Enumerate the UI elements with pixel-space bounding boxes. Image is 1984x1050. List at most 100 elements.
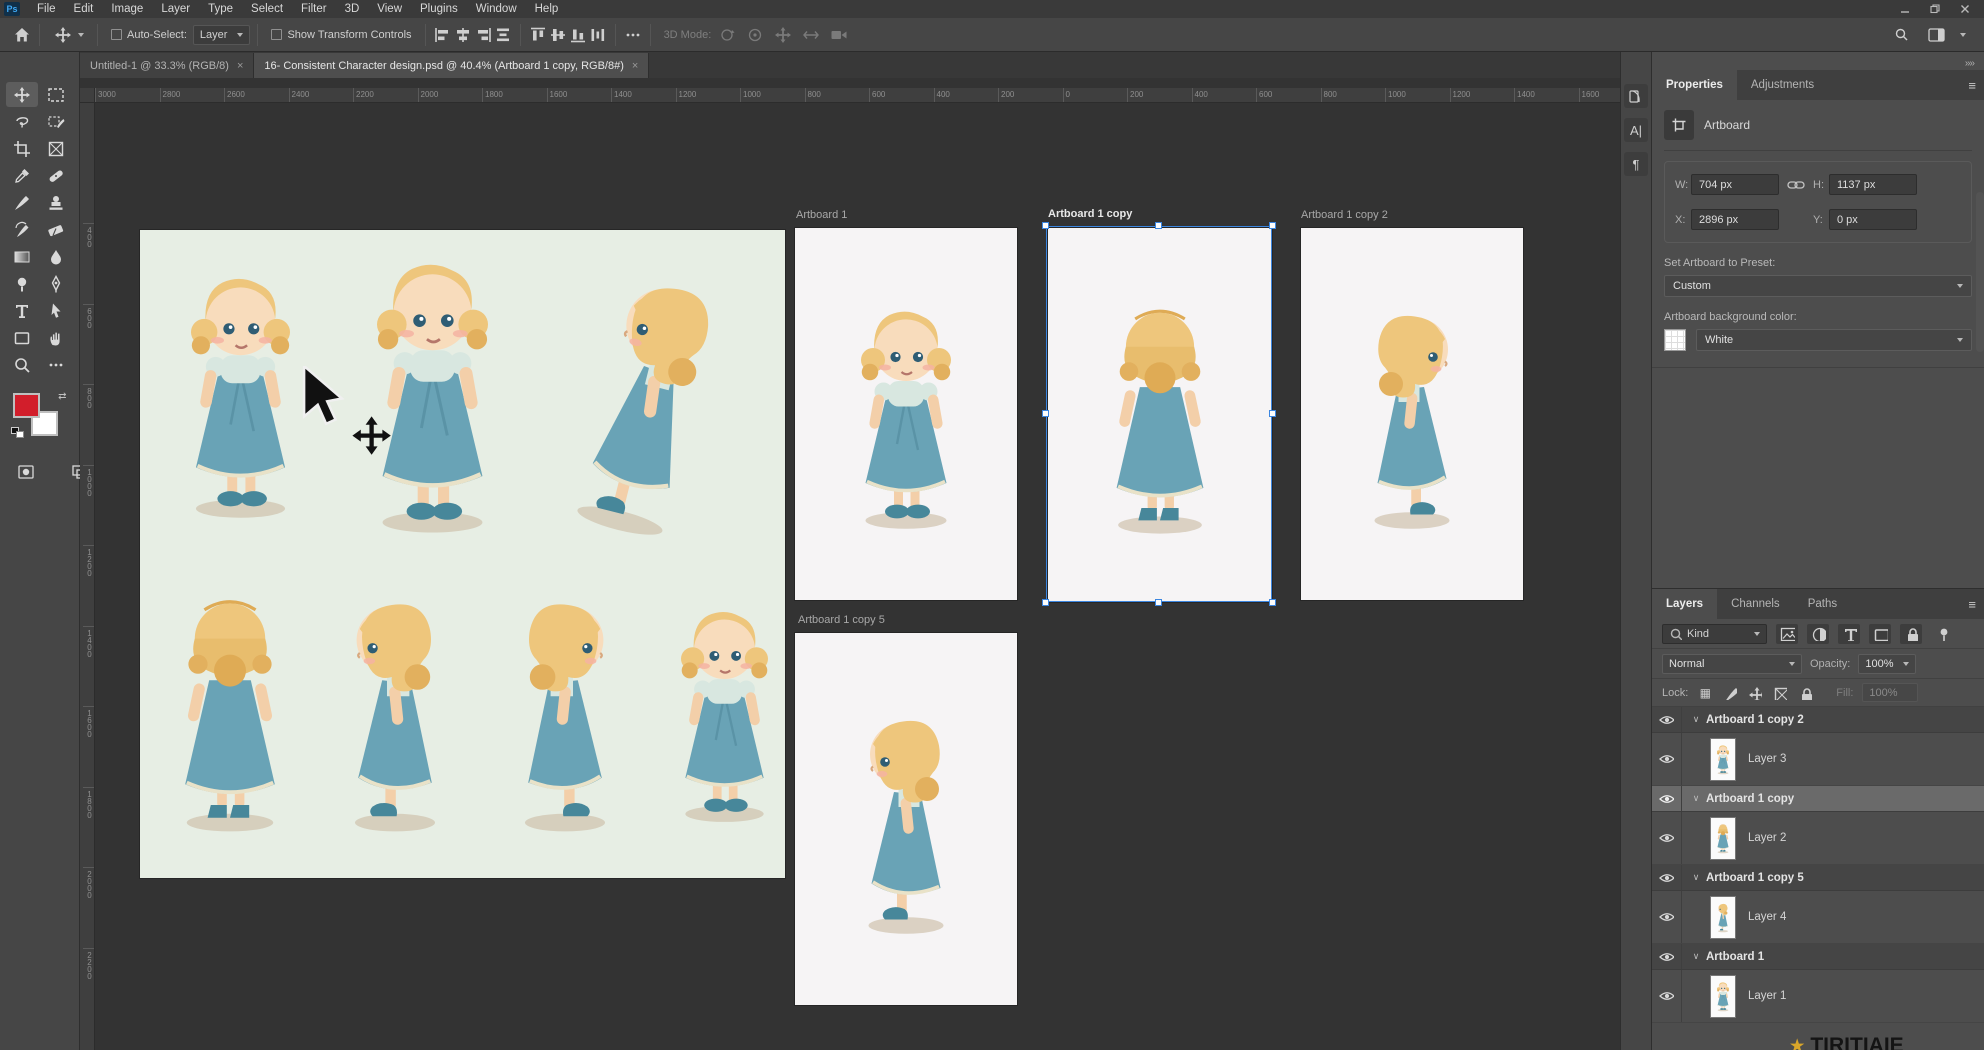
artboard-1-copy-5[interactable] bbox=[795, 633, 1017, 1005]
collapse-group-icon[interactable]: ∨ bbox=[1690, 714, 1702, 725]
zoom-tool[interactable] bbox=[6, 352, 38, 377]
tab-channels[interactable]: Channels bbox=[1717, 589, 1794, 619]
collapse-group-icon[interactable]: ∨ bbox=[1690, 793, 1702, 804]
artboard-1-copy-2[interactable] bbox=[1301, 228, 1523, 600]
selection-handle[interactable] bbox=[1042, 410, 1049, 417]
selection-handle[interactable] bbox=[1042, 599, 1049, 606]
character-sheet-image[interactable] bbox=[140, 230, 785, 878]
edit-toolbar-icon[interactable] bbox=[40, 352, 72, 377]
x-field[interactable]: 2896 px bbox=[1691, 209, 1779, 230]
height-field[interactable]: 1137 px bbox=[1829, 174, 1917, 195]
align-right-icon[interactable] bbox=[473, 25, 493, 45]
distribute-h-icon[interactable] bbox=[493, 25, 513, 45]
layer-thumbnail[interactable] bbox=[1710, 896, 1736, 939]
healing-brush-tool[interactable] bbox=[40, 163, 72, 188]
filter-type-layers-icon[interactable] bbox=[1838, 624, 1860, 644]
tool-preset-move[interactable] bbox=[47, 25, 90, 45]
tab-layers[interactable]: Layers bbox=[1652, 589, 1717, 619]
tab-untitled-1[interactable]: Untitled-1 @ 33.3% (RGB/8) × bbox=[80, 53, 254, 78]
ruler-corner[interactable] bbox=[80, 88, 95, 103]
blur-tool[interactable] bbox=[40, 244, 72, 269]
dodge-tool[interactable] bbox=[6, 271, 38, 296]
blend-mode-dropdown[interactable]: Normal bbox=[1662, 654, 1802, 674]
link-dimensions-icon[interactable] bbox=[1779, 176, 1813, 194]
visibility-toggle[interactable] bbox=[1652, 970, 1682, 1022]
artboard-1-copy-label[interactable]: Artboard 1 copy bbox=[1048, 208, 1132, 220]
move-tool[interactable] bbox=[6, 82, 38, 107]
more-options-icon[interactable] bbox=[623, 25, 643, 45]
layer-thumbnail[interactable] bbox=[1710, 817, 1736, 860]
layer-row[interactable]: Layer 2 bbox=[1652, 812, 1984, 865]
minimize-icon[interactable] bbox=[1892, 2, 1918, 16]
menu-item[interactable]: File bbox=[28, 3, 65, 15]
eyedropper-tool[interactable] bbox=[6, 163, 38, 188]
quick-mask-icon[interactable] bbox=[10, 459, 42, 484]
auto-select-option[interactable]: Auto-Select: bbox=[105, 29, 193, 41]
swatches-panel-icon[interactable] bbox=[1624, 84, 1648, 108]
character-panel-icon[interactable]: A| bbox=[1624, 118, 1648, 142]
panel-menu-icon[interactable]: ≡ bbox=[1968, 78, 1976, 93]
filter-adjustment-layers-icon[interactable] bbox=[1807, 624, 1829, 644]
clone-stamp-tool[interactable] bbox=[40, 190, 72, 215]
hand-tool[interactable] bbox=[40, 325, 72, 350]
marquee-tool[interactable] bbox=[40, 82, 72, 107]
eraser-tool[interactable] bbox=[40, 217, 72, 242]
lock-artboard-icon[interactable] bbox=[1772, 685, 1788, 701]
filter-smart-objects-icon[interactable] bbox=[1900, 624, 1922, 644]
filter-toggle-icon[interactable] bbox=[1931, 624, 1953, 644]
layer-row-artboard[interactable]: ∨ Artboard 1 copy 2 bbox=[1652, 707, 1984, 733]
tab-properties[interactable]: Properties bbox=[1652, 70, 1737, 100]
tab-close-icon[interactable]: × bbox=[237, 60, 243, 72]
layer-row-artboard[interactable]: ∨ Artboard 1 copy 5 bbox=[1652, 865, 1984, 891]
paragraph-panel-icon[interactable]: ¶ bbox=[1624, 152, 1648, 176]
filter-shape-layers-icon[interactable] bbox=[1869, 624, 1891, 644]
selection-handle[interactable] bbox=[1155, 222, 1162, 229]
expand-panels-icon[interactable]: »» bbox=[1965, 58, 1974, 69]
tab-adjustments[interactable]: Adjustments bbox=[1737, 70, 1828, 100]
tab-paths[interactable]: Paths bbox=[1794, 589, 1851, 619]
menu-item[interactable]: Plugins bbox=[411, 3, 467, 15]
align-bottom-icon[interactable] bbox=[568, 25, 588, 45]
menu-item[interactable]: Filter bbox=[292, 3, 336, 15]
y-field[interactable]: 0 px bbox=[1829, 209, 1917, 230]
artboard-1-copy-5-label[interactable]: Artboard 1 copy 5 bbox=[798, 614, 885, 626]
layers-scrollbar[interactable] bbox=[1976, 192, 1984, 352]
path-selection-tool[interactable] bbox=[40, 298, 72, 323]
align-center-icon[interactable] bbox=[453, 25, 473, 45]
preset-dropdown[interactable]: Custom bbox=[1664, 275, 1972, 297]
selection-handle[interactable] bbox=[1269, 222, 1276, 229]
artboard-bg-swatch[interactable] bbox=[1664, 329, 1686, 351]
search-icon[interactable] bbox=[1892, 25, 1912, 45]
selection-handle[interactable] bbox=[1269, 410, 1276, 417]
selection-handle[interactable] bbox=[1042, 222, 1049, 229]
panel-menu-icon[interactable]: ≡ bbox=[1968, 597, 1976, 612]
menu-item[interactable]: Image bbox=[102, 3, 152, 15]
layer-row-artboard-selected[interactable]: ∨ Artboard 1 copy bbox=[1652, 786, 1984, 812]
show-transform-checkbox[interactable] bbox=[271, 29, 282, 40]
visibility-toggle[interactable] bbox=[1652, 891, 1682, 943]
visibility-toggle[interactable] bbox=[1652, 944, 1682, 969]
filter-pixel-layers-icon[interactable] bbox=[1776, 624, 1798, 644]
visibility-toggle[interactable] bbox=[1652, 786, 1682, 811]
shape-tool[interactable] bbox=[6, 325, 38, 350]
visibility-toggle[interactable] bbox=[1652, 865, 1682, 890]
menu-item[interactable]: View bbox=[368, 3, 411, 15]
lasso-tool[interactable] bbox=[6, 109, 38, 134]
menu-item[interactable]: Window bbox=[467, 3, 526, 15]
auto-select-checkbox[interactable] bbox=[111, 29, 122, 40]
frame-tool[interactable] bbox=[40, 136, 72, 161]
chevron-down-icon[interactable] bbox=[1960, 33, 1966, 37]
menu-item[interactable]: Select bbox=[242, 3, 292, 15]
restore-icon[interactable] bbox=[1922, 2, 1948, 16]
home-icon[interactable] bbox=[12, 25, 32, 45]
layer-thumbnail[interactable] bbox=[1710, 738, 1736, 781]
object-selection-tool[interactable] bbox=[40, 109, 72, 134]
selection-handle[interactable] bbox=[1269, 599, 1276, 606]
menu-item[interactable]: Help bbox=[526, 3, 568, 15]
swap-colors-icon[interactable]: ⇄ bbox=[58, 391, 66, 402]
collapse-group-icon[interactable]: ∨ bbox=[1690, 951, 1702, 962]
menu-item[interactable]: 3D bbox=[336, 3, 369, 15]
workspace-icon[interactable] bbox=[1926, 25, 1946, 45]
lock-pixels-icon[interactable] bbox=[1722, 685, 1738, 701]
default-colors-icon[interactable] bbox=[11, 427, 24, 439]
